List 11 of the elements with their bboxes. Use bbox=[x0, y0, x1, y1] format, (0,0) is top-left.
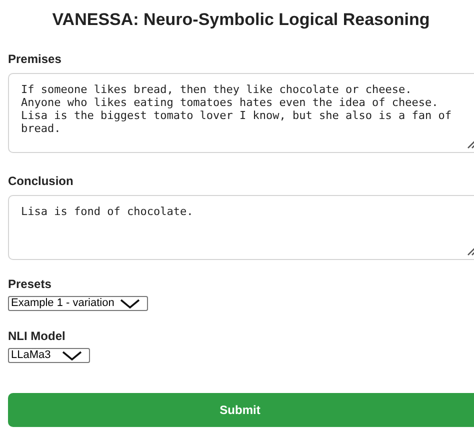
text-area[interactable]: If someone likes bread, then they like chocolate or cheese. Anyone who likes eating tomatoes hates even the idea of cheese. Lisa is the biggest tomato lover I know, but she also is a fan of bread. bbox=[8, 73, 474, 153]
dropdown[interactable]: LLaMa3 bbox=[8, 348, 90, 363]
dropdown[interactable]: Example 1 - variation bbox=[8, 296, 148, 311]
field-label: Premises bbox=[8, 51, 62, 67]
page-title: VANESSA: Neuro-Symbolic Logical Reasoning bbox=[51, 9, 431, 31]
field-label: Presets bbox=[8, 276, 52, 292]
field-label: Conclusion bbox=[8, 173, 74, 189]
text-area[interactable]: Lisa is fond of chocolate. bbox=[8, 195, 474, 260]
field-label: NLI Model bbox=[8, 328, 66, 344]
chevron-down-icon bbox=[119, 298, 141, 308]
chevron-down-icon bbox=[61, 350, 83, 360]
